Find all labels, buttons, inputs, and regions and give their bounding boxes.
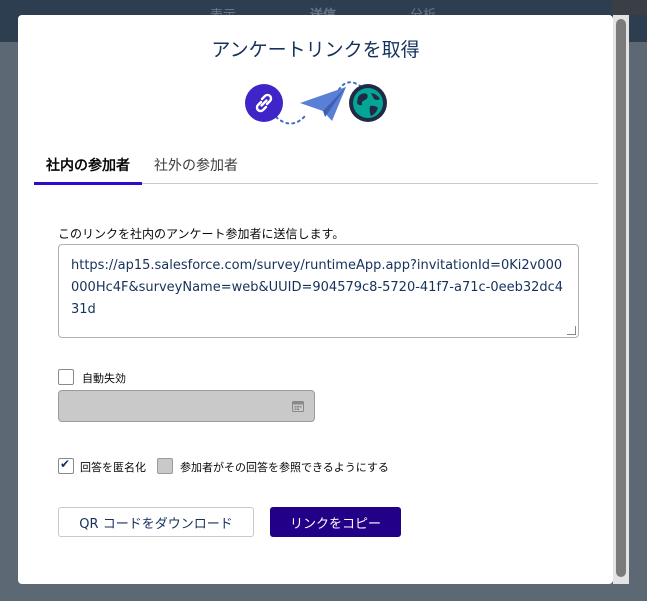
anonymize-responses-label: 回答を匿名化	[80, 461, 146, 474]
globe-icon	[349, 84, 387, 122]
modal-scrollbar[interactable]	[613, 15, 629, 584]
download-qr-code-button[interactable]: QR コードをダウンロード	[58, 507, 254, 537]
paper-plane-icon	[300, 87, 346, 121]
auto-expire-label: 自動失効	[82, 372, 126, 385]
calendar-icon	[292, 401, 304, 412]
get-survey-link-modal: アンケートリンクを取得 社内の参加者 社外の参加者 このリンクを社内のアンケート…	[18, 15, 613, 584]
link-icon	[245, 84, 283, 122]
send-link-instruction: このリンクを社内のアンケート参加者に送信します。	[58, 227, 345, 241]
tab-internal-participants[interactable]: 社内の参加者	[34, 155, 142, 185]
anonymize-responses-checkbox[interactable]	[58, 457, 74, 474]
window-corner	[612, 0, 647, 15]
scrollbar-thumb[interactable]	[616, 19, 626, 577]
dotted-trail-lower	[275, 114, 307, 125]
send-link-illustration	[245, 81, 387, 125]
modal-title: アンケートリンクを取得	[211, 39, 420, 61]
auto-expire-checkbox[interactable]	[58, 369, 74, 385]
survey-link-text: https://ap15.salesforce.com/survey/runti…	[71, 258, 564, 317]
copy-link-button[interactable]: リンクをコピー	[270, 507, 401, 537]
survey-link-textarea[interactable]: https://ap15.salesforce.com/survey/runti…	[58, 244, 579, 338]
participant-tabs: 社内の参加者 社外の参加者	[34, 145, 598, 185]
share-responses-label: 参加者がその回答を参照できるようにする	[180, 461, 389, 474]
expiration-date-input	[58, 390, 315, 422]
resize-grip-icon[interactable]	[567, 326, 576, 335]
share-responses-checkbox	[157, 458, 173, 474]
tab-external-participants[interactable]: 社外の参加者	[154, 155, 238, 175]
